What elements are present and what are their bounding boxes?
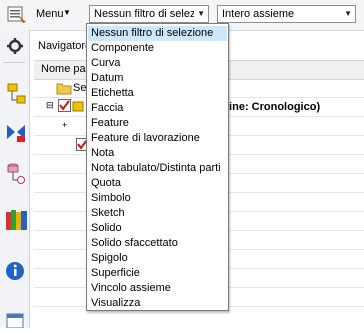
filter-option[interactable]: Simbolo [88, 191, 227, 206]
chevron-down-icon[interactable]: ▼ [197, 9, 205, 18]
assembly-scope-select[interactable]: Intero assieme ▼ [217, 5, 356, 23]
assembly-scope-value: Intero assieme [222, 8, 295, 20]
collapse-icon[interactable]: ⊟ [46, 100, 54, 111]
resource-bar [0, 30, 30, 329]
filter-option[interactable]: Feature di lavorazione [88, 131, 227, 146]
settings-icon[interactable] [5, 36, 25, 56]
column-header-name[interactable]: Nome par [41, 63, 89, 75]
reuse-library-icon[interactable] [5, 208, 27, 230]
navigator-title: Navigatore [38, 40, 92, 52]
selection-filter-select[interactable]: Nessun filtro di selezione ▼ [89, 5, 209, 23]
filter-option[interactable]: Sketch [88, 206, 227, 221]
part-navigator-icon[interactable] [5, 162, 25, 184]
filter-option[interactable]: Nota [88, 146, 227, 161]
chevron-down-icon[interactable]: ▼ [63, 8, 71, 17]
filter-option[interactable]: Curva [88, 56, 227, 71]
constraint-navigator-icon[interactable] [5, 122, 25, 142]
tree-item-history-label: line: Cronologico) [226, 101, 321, 113]
filter-option[interactable]: Quota [88, 176, 227, 191]
filter-option[interactable]: Spigolo [88, 251, 227, 266]
filter-option[interactable]: Nessun filtro di selezione [88, 26, 227, 41]
selection-filter-dropdown[interactable]: Nessun filtro di selezione Componente Cu… [86, 23, 229, 311]
assembly-navigator-icon[interactable] [5, 82, 26, 104]
filter-option[interactable]: Feature [88, 116, 227, 131]
expand-icon[interactable]: + [62, 120, 67, 130]
filter-option[interactable]: Solido sfaccettato [88, 236, 227, 251]
menu-icon[interactable] [6, 5, 28, 25]
selection-filter-value: Nessun filtro di selezione [94, 8, 194, 20]
filter-option[interactable]: Componente [88, 41, 227, 56]
filter-option[interactable]: Vincolo assieme [88, 281, 227, 296]
chevron-down-icon[interactable]: ▼ [344, 9, 352, 18]
menu-button[interactable]: Menu [36, 8, 64, 20]
web-browser-icon[interactable] [5, 312, 25, 332]
checkbox-checked-icon[interactable] [58, 99, 71, 115]
filter-option[interactable]: Etichetta [88, 86, 227, 101]
folder-icon [56, 82, 72, 98]
filter-option[interactable]: Solido [88, 221, 227, 236]
info-icon[interactable] [5, 260, 25, 280]
assembly-icon [72, 99, 86, 116]
filter-option[interactable]: Nota tabulato/Distinta parti [88, 161, 227, 176]
tree-item-root[interactable]: Se [73, 82, 86, 94]
filter-option[interactable]: Faccia [88, 101, 227, 116]
filter-option[interactable]: Datum [88, 71, 227, 86]
filter-option[interactable]: Superficie [88, 266, 227, 281]
filter-option[interactable]: Visualizza [88, 296, 227, 311]
